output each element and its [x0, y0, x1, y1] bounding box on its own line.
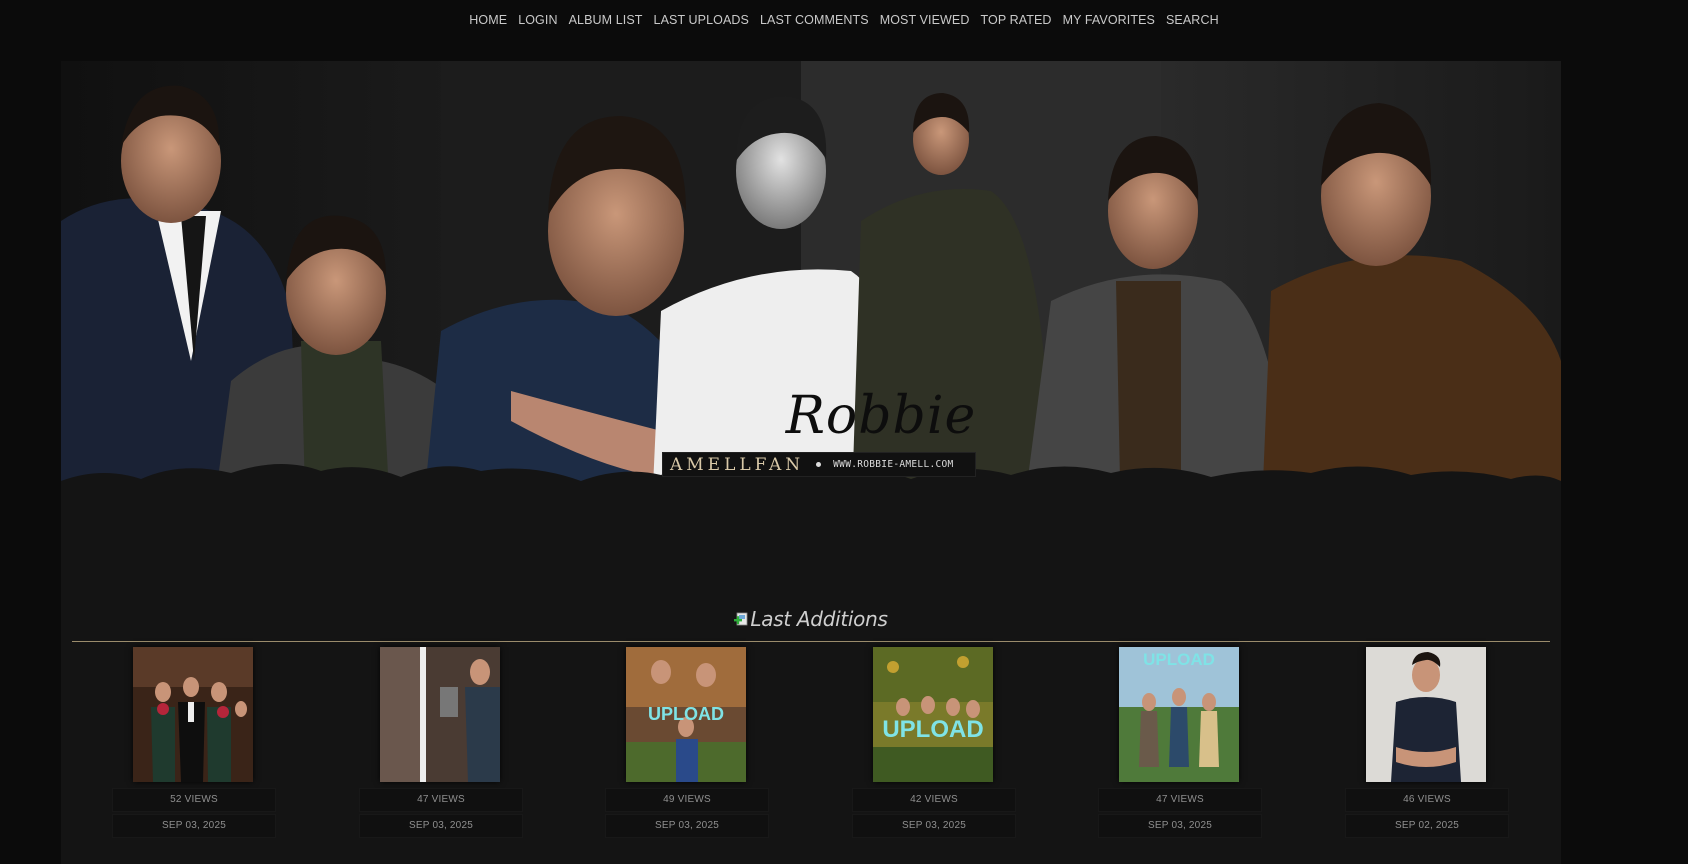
upload-overlay-text: UPLOAD — [882, 716, 983, 743]
section-title-text: Last Additions — [750, 607, 888, 631]
nav-search[interactable]: SEARCH — [1166, 13, 1219, 27]
views-count: 52 VIEWS — [112, 788, 276, 812]
content-frame: Robbie AMELLFAN WWW.ROBBIE-AMELL.COM Las… — [61, 61, 1561, 864]
nav-login[interactable]: LOGIN — [518, 13, 557, 27]
top-navigation: HOME LOGIN ALBUM LIST LAST UPLOADS LAST … — [0, 0, 1688, 58]
upload-overlay-text: UPLOAD — [648, 704, 724, 724]
upload-date: SEP 02, 2025 — [1345, 814, 1509, 838]
nav-top-rated[interactable]: TOP RATED — [981, 13, 1052, 27]
nav-most-viewed[interactable]: MOST VIEWED — [880, 13, 970, 27]
last-additions-heading[interactable]: Last Additions — [61, 607, 1561, 631]
upload-date: SEP 03, 2025 — [852, 814, 1016, 838]
views-count: 47 VIEWS — [1098, 788, 1262, 812]
nav-last-uploads[interactable]: LAST UPLOADS — [654, 13, 749, 27]
thumbnail-image[interactable] — [380, 647, 500, 782]
nav-my-favorites[interactable]: MY FAVORITES — [1063, 13, 1155, 27]
nav-album-list[interactable]: ALBUM LIST — [569, 13, 643, 27]
header-banner: Robbie AMELLFAN WWW.ROBBIE-AMELL.COM — [61, 61, 1561, 531]
logo-name: AMELLFAN — [670, 454, 805, 475]
thumbnail-image[interactable]: UPLOAD — [873, 647, 993, 782]
thumbnail-image[interactable] — [133, 647, 253, 782]
site-logo[interactable]: AMELLFAN WWW.ROBBIE-AMELL.COM — [662, 452, 976, 477]
logo-script-text: Robbie — [785, 386, 977, 446]
upload-date: SEP 03, 2025 — [112, 814, 276, 838]
views-count: 42 VIEWS — [852, 788, 1016, 812]
nav-last-comments[interactable]: LAST COMMENTS — [760, 13, 869, 27]
views-count: 47 VIEWS — [359, 788, 523, 812]
logo-url: WWW.ROBBIE-AMELL.COM — [833, 459, 954, 470]
upload-date: SEP 03, 2025 — [605, 814, 769, 838]
upload-date: SEP 03, 2025 — [1098, 814, 1262, 838]
nav-home[interactable]: HOME — [469, 13, 507, 27]
add-image-icon — [734, 608, 748, 626]
logo-separator-dot — [816, 462, 822, 467]
thumbnail-image[interactable]: UPLOAD — [1119, 647, 1239, 782]
section-divider — [72, 641, 1550, 642]
thumbnail-image[interactable] — [1366, 647, 1486, 782]
thumbnail-image[interactable]: UPLOAD — [626, 647, 746, 782]
upload-overlay-text: UPLOAD — [1143, 650, 1215, 669]
views-count: 49 VIEWS — [605, 788, 769, 812]
upload-date: SEP 03, 2025 — [359, 814, 523, 838]
views-count: 46 VIEWS — [1345, 788, 1509, 812]
